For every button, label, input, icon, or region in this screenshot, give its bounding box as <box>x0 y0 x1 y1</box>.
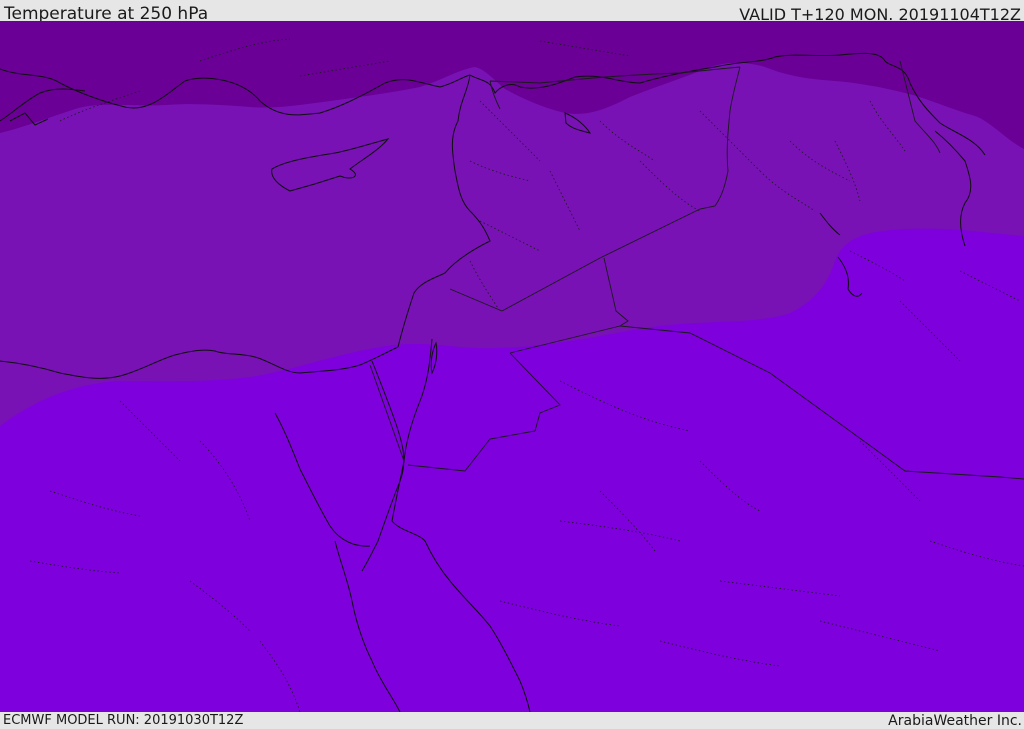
header-bar: Temperature at 250 hPa VALID T+120 MON. … <box>0 0 1024 24</box>
footer-bar: ECMWF MODEL RUN: 20191030T12Z ArabiaWeat… <box>0 712 1024 729</box>
weather-map-page: Temperature at 250 hPa VALID T+120 MON. … <box>0 0 1024 729</box>
credit-label: ArabiaWeather Inc. <box>888 713 1022 729</box>
map-svg <box>0 21 1024 712</box>
temperature-map[interactable] <box>0 21 1024 712</box>
model-run-label: ECMWF MODEL RUN: 20191030T12Z <box>3 713 244 728</box>
